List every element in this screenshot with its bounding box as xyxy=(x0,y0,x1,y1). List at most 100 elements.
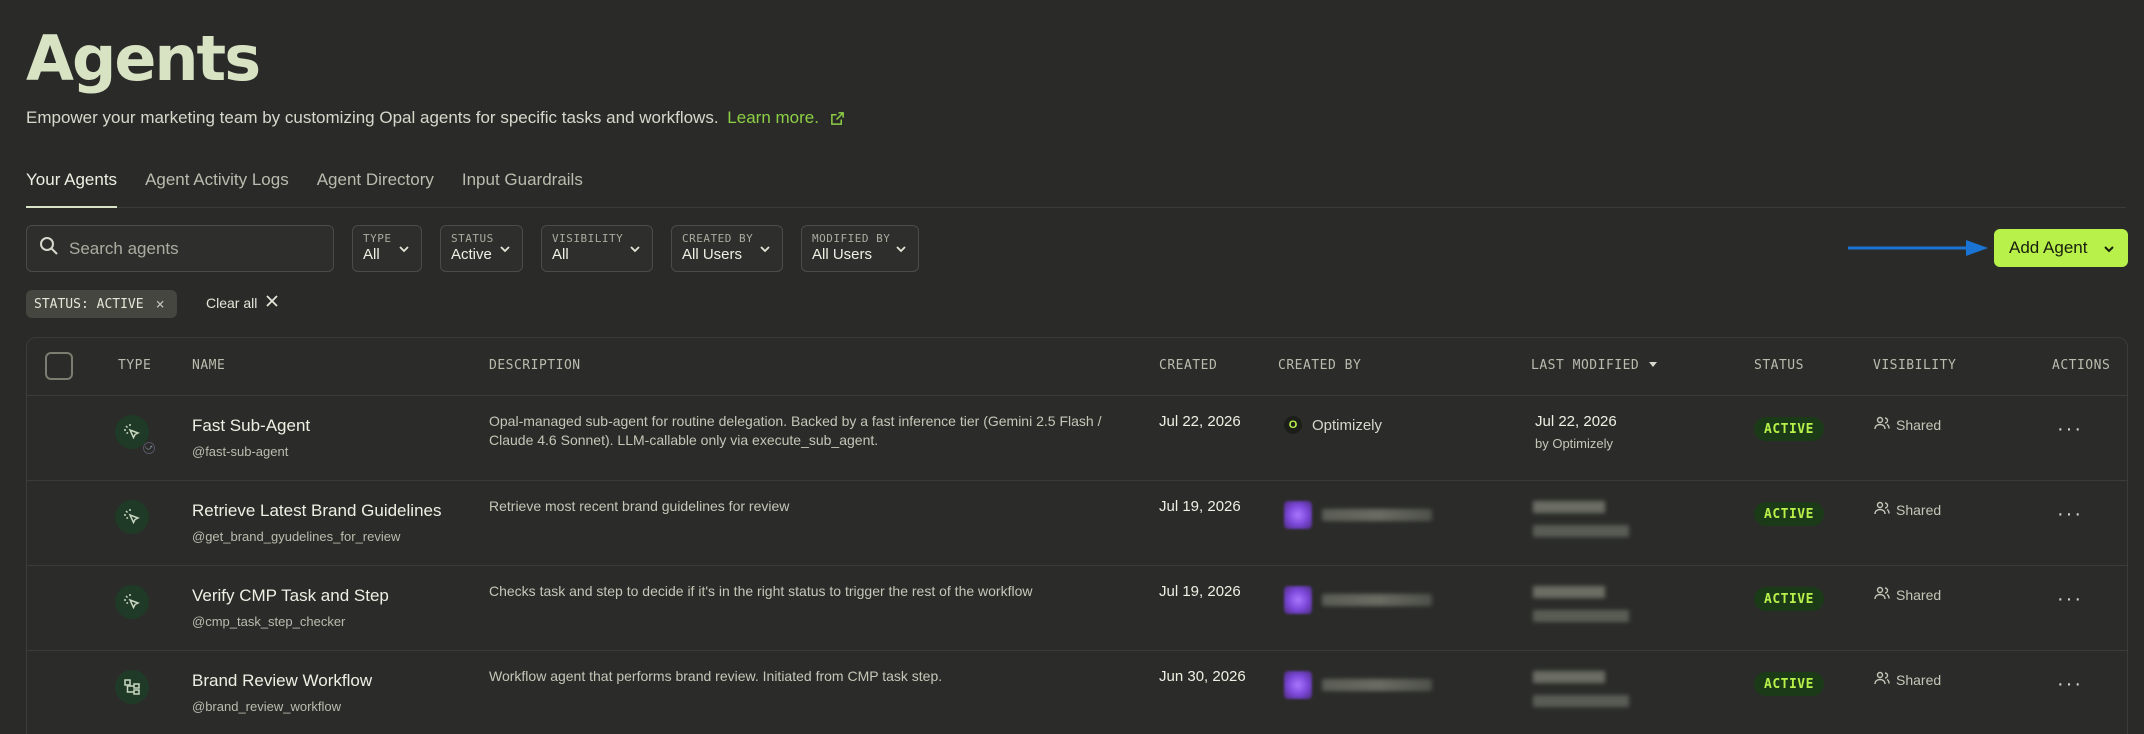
close-icon xyxy=(265,294,279,311)
table-row[interactable]: ⤻ Fast Sub-Agent @fast-sub-agent Opal-ma… xyxy=(27,396,2127,481)
redacted-last-modified xyxy=(1533,586,1629,622)
search-icon xyxy=(39,236,59,261)
redacted-creator-name xyxy=(1322,679,1432,691)
chip-label: STATUS: ACTIVE xyxy=(34,296,144,312)
tab-input-guardrails[interactable]: Input Guardrails xyxy=(462,160,583,208)
redacted-last-modified xyxy=(1533,671,1629,707)
column-header-last-modified[interactable]: LAST MODIFIED xyxy=(1531,358,1658,373)
visibility-label: Shared xyxy=(1896,586,1942,603)
created-by: O Optimizely xyxy=(1284,416,1382,434)
avatar xyxy=(1284,501,1312,529)
chevron-down-icon xyxy=(498,242,512,261)
remove-filter-icon[interactable]: × xyxy=(156,295,165,313)
tab-agent-directory[interactable]: Agent Directory xyxy=(317,160,434,208)
status-badge: ACTIVE xyxy=(1754,502,1824,526)
select-all-checkbox[interactable] xyxy=(45,352,73,380)
chevron-down-icon xyxy=(2102,241,2116,261)
subtitle-text: Empower your marketing team by customizi… xyxy=(26,108,719,127)
shared-users-icon xyxy=(1874,586,1890,603)
agent-handle: @brand_review_workflow xyxy=(192,699,342,714)
filter-created-by[interactable]: CREATED BY All Users xyxy=(671,225,783,272)
agent-name[interactable]: Brand Review Workflow xyxy=(192,671,372,691)
status-badge: ACTIVE xyxy=(1754,587,1824,611)
shared-users-icon xyxy=(1874,416,1890,433)
agent-description: Workflow agent that performs brand revie… xyxy=(489,668,943,684)
more-actions-icon[interactable]: ··· xyxy=(2057,418,2083,441)
redacted-creator-name xyxy=(1322,509,1432,521)
agent-name[interactable]: Retrieve Latest Brand Guidelines xyxy=(192,501,441,521)
redacted-last-modified xyxy=(1533,501,1629,537)
redacted-creator-name xyxy=(1322,594,1432,606)
tab-bar: Your Agents Agent Activity Logs Agent Di… xyxy=(26,160,2126,208)
agents-table: TYPE NAME DESCRIPTION CREATED CREATED BY… xyxy=(26,337,2128,734)
sort-desc-icon xyxy=(1648,358,1658,373)
add-agent-button[interactable]: Add Agent xyxy=(1994,229,2128,267)
agent-handle: @fast-sub-agent xyxy=(192,444,289,459)
visibility: Shared xyxy=(1874,416,1941,433)
created-date: Jun 30, 2026 xyxy=(1159,668,1246,685)
external-link-icon[interactable] xyxy=(830,111,845,131)
status-badge: ACTIVE xyxy=(1754,672,1824,696)
agent-handle: @get_brand_gyudelines_for_review xyxy=(192,529,401,544)
created-by xyxy=(1284,671,1432,699)
filter-status[interactable]: STATUS Active xyxy=(440,225,523,272)
filter-modified-by[interactable]: MODIFIED BY All Users xyxy=(801,225,919,272)
column-header-status: STATUS xyxy=(1754,358,1804,373)
chevron-down-icon xyxy=(397,242,411,261)
page-subtitle: Empower your marketing team by customizi… xyxy=(26,108,845,131)
column-header-label: LAST MODIFIED xyxy=(1531,358,1640,373)
column-header-type: TYPE xyxy=(118,358,152,373)
column-header-created-by: CREATED BY xyxy=(1278,358,1362,373)
visibility-label: Shared xyxy=(1896,416,1942,433)
agent-handle: @cmp_task_step_checker xyxy=(192,614,346,629)
chevron-down-icon xyxy=(628,242,642,261)
chevron-down-icon xyxy=(894,242,908,261)
sub-agent-icon xyxy=(115,585,149,619)
avatar xyxy=(1284,671,1312,699)
creator-name: Optimizely xyxy=(1312,416,1383,434)
more-actions-icon[interactable]: ··· xyxy=(2057,503,2083,526)
created-by xyxy=(1284,501,1432,529)
page-title: Agents xyxy=(26,22,261,95)
learn-more-link[interactable]: Learn more. xyxy=(727,108,819,127)
column-header-name: NAME xyxy=(192,358,226,373)
search-box[interactable] xyxy=(26,225,334,272)
add-agent-label: Add Agent xyxy=(2009,238,2088,257)
optimizely-logo-icon: O xyxy=(1284,416,1302,434)
agent-description: Checks task and step to decide if it's i… xyxy=(489,583,1033,599)
filter-type[interactable]: TYPE All xyxy=(352,225,422,272)
active-filter-chip: STATUS: ACTIVE × xyxy=(26,290,177,318)
agent-name[interactable]: Verify CMP Task and Step xyxy=(192,586,389,606)
visibility: Shared xyxy=(1874,586,1941,603)
table-row[interactable]: Brand Review Workflow @brand_review_work… xyxy=(27,651,2127,734)
visibility-label: Shared xyxy=(1896,501,1942,518)
column-header-created: CREATED xyxy=(1159,358,1218,373)
clear-all-label: Clear all xyxy=(206,294,258,311)
visibility: Shared xyxy=(1874,501,1941,518)
column-header-actions: ACTIONS xyxy=(2052,358,2111,373)
created-date: Jul 19, 2026 xyxy=(1159,498,1241,515)
created-date: Jul 22, 2026 xyxy=(1159,413,1241,430)
created-date: Jul 19, 2026 xyxy=(1159,583,1241,600)
shared-users-icon xyxy=(1874,501,1890,518)
clear-all-button[interactable]: Clear all xyxy=(206,294,279,311)
shared-users-icon xyxy=(1874,671,1890,688)
agent-description: Opal-managed sub-agent for routine deleg… xyxy=(489,413,1102,448)
filter-visibility[interactable]: VISIBILITY All xyxy=(541,225,653,272)
table-header: TYPE NAME DESCRIPTION CREATED CREATED BY… xyxy=(27,338,2127,396)
more-actions-icon[interactable]: ··· xyxy=(2057,673,2083,696)
link-icon: ⤻ xyxy=(143,442,155,454)
visibility-label: Shared xyxy=(1896,671,1942,688)
tab-agent-activity-logs[interactable]: Agent Activity Logs xyxy=(145,160,289,208)
table-row[interactable]: Verify CMP Task and Step @cmp_task_step_… xyxy=(27,566,2127,651)
avatar xyxy=(1284,586,1312,614)
agent-name[interactable]: Fast Sub-Agent xyxy=(192,416,310,436)
modified-date: Jul 22, 2026 xyxy=(1535,413,1617,430)
column-header-description: DESCRIPTION xyxy=(489,358,581,373)
last-modified: Jul 22, 2026 by Optimizely xyxy=(1535,413,1617,451)
search-input[interactable] xyxy=(69,238,319,259)
tab-your-agents[interactable]: Your Agents xyxy=(26,160,118,208)
status-badge: ACTIVE xyxy=(1754,417,1824,441)
table-row[interactable]: Retrieve Latest Brand Guidelines @get_br… xyxy=(27,481,2127,566)
more-actions-icon[interactable]: ··· xyxy=(2057,588,2083,611)
